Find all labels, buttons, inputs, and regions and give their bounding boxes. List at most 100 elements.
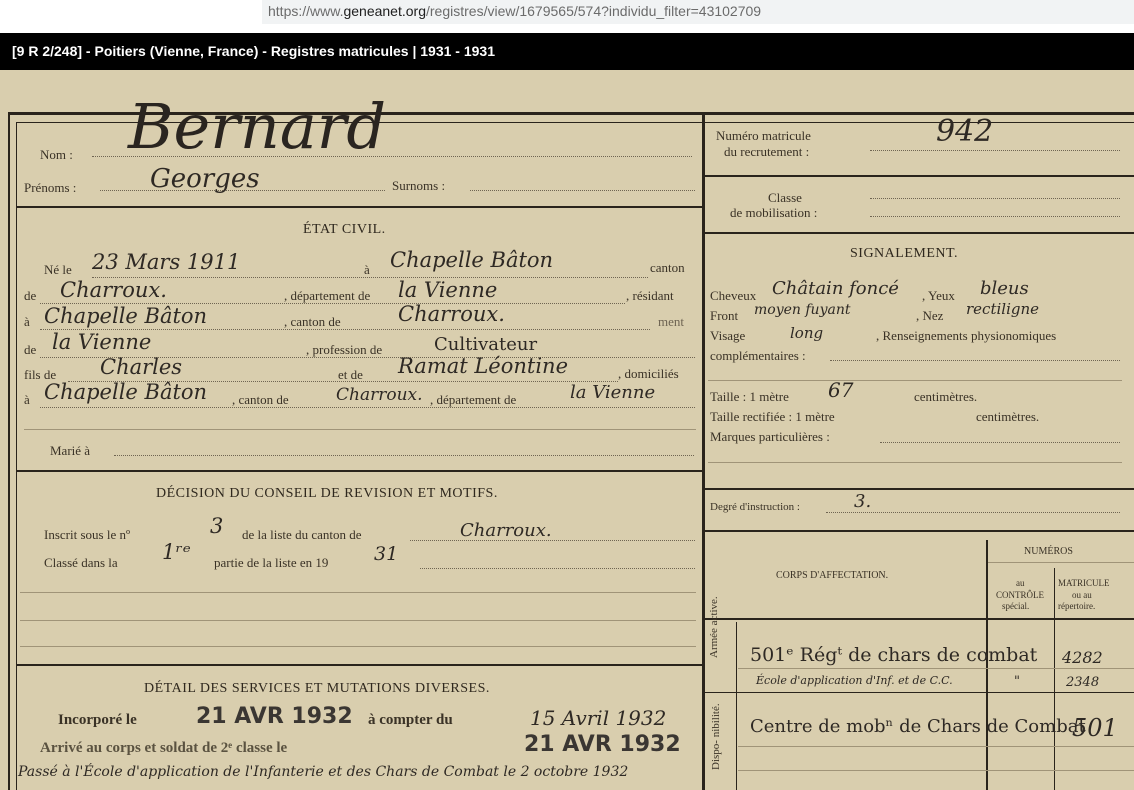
departement-label: , département de	[284, 288, 371, 303]
table-col-2	[1054, 568, 1055, 790]
controle-1: 4282	[1062, 648, 1103, 667]
table-row-label-col	[736, 622, 737, 790]
visage-label: Visage	[710, 328, 746, 343]
profession-label: , profession de	[306, 342, 383, 357]
classe-line	[420, 568, 695, 569]
frame-left	[8, 112, 10, 790]
cheveux-label: Cheveux	[710, 288, 757, 303]
taille-label: Taille : 1 mètre	[710, 389, 789, 404]
matricule-header-1: MATRICULE	[1058, 578, 1110, 588]
liste-canton-label: de la liste du canton de	[242, 527, 362, 542]
a3-label: à	[24, 392, 30, 407]
departement-residence: la Vienne	[52, 330, 152, 354]
a-compter-value: 15 Avril 1932	[530, 706, 667, 730]
front-label: Front	[710, 308, 739, 323]
lieu-naissance: Chapelle Bâton	[390, 248, 554, 272]
ne-le-line	[92, 277, 648, 278]
browser-address-bar: https://www.geneanet.org/registres/view/…	[0, 0, 1134, 30]
nez-label: , Nez	[916, 308, 944, 323]
nom-label: Nom :	[40, 147, 73, 162]
visage-value: long	[790, 324, 824, 342]
residant-label: , résidant	[626, 288, 674, 303]
arrive-label: Arrivé au corps et soldat de 2ᵉ classe l…	[40, 740, 288, 756]
residence: Chapelle Bâton	[44, 304, 208, 328]
controle-header-1: au	[1016, 578, 1025, 588]
numeros-rule	[988, 562, 1134, 563]
du-recrutement-label: du recrutement :	[724, 144, 810, 159]
marie-label: Marié à	[50, 443, 91, 458]
corps-1: 501ᵉ Régᵗ de chars de combat	[750, 644, 1038, 666]
canton-de2-label: , canton de	[232, 392, 289, 407]
numero-matricule-label: Numéro matricule	[716, 128, 811, 143]
a-compter-label: à compter du	[368, 712, 453, 728]
domicile-line	[40, 407, 695, 408]
controle-2: 2348	[1066, 675, 1100, 690]
inscrit-label: Inscrit sous le nº	[44, 527, 130, 542]
detail-heading: DÉTAIL DES SERVICES ET MUTATIONS DIVERSE…	[144, 681, 490, 696]
table-rule-3	[738, 746, 1134, 747]
annee-liste: 31	[374, 543, 399, 565]
marques-label: Marques particulières :	[710, 429, 830, 444]
marques-rule-1	[708, 462, 1122, 463]
degre-value: 3.	[854, 491, 872, 512]
complementaires-label: complémentaires :	[710, 348, 806, 363]
surnoms-label: Surnoms :	[392, 178, 446, 193]
classe-dans-label: Classé dans la	[44, 555, 118, 570]
prenoms-label: Prénoms :	[24, 180, 77, 195]
de-label: de	[24, 288, 37, 303]
classe-line-1	[870, 198, 1120, 199]
table-rule-4	[738, 770, 1134, 771]
numero-matricule-value: 942	[936, 114, 994, 149]
decision-rule-3	[20, 646, 696, 647]
table-header-divider	[705, 618, 1134, 620]
ne-le-label: Né le	[44, 262, 72, 277]
degre-line	[826, 512, 1120, 513]
renseignements-label: , Renseignements physionomiques	[876, 328, 1057, 343]
canton-residence: Charroux.	[398, 302, 505, 326]
front-value: moyen fuyant	[754, 302, 851, 318]
partie-label: partie de la liste en 19	[214, 555, 329, 570]
partie-value: 1ʳᵉ	[162, 540, 191, 564]
signalement-divider	[705, 488, 1134, 490]
table-rule-2	[705, 692, 1134, 693]
separator-1	[24, 429, 696, 430]
signalement-rule	[708, 380, 1122, 381]
canton-de-label: , canton de	[284, 314, 341, 329]
mobilisation-label: de mobilisation :	[730, 205, 818, 220]
register-page[interactable]: Nom : Bernard Prénoms : Georges Surnoms …	[0, 70, 1134, 790]
controle-3: 501	[1072, 714, 1118, 742]
a2-label: à	[24, 314, 30, 329]
domicile-value: Chapelle Bâton	[44, 380, 208, 404]
marques-line	[880, 442, 1120, 443]
complementaires-line	[830, 360, 1120, 361]
centimetres2-label: centimètres.	[976, 409, 1040, 424]
url-text[interactable]: https://www.geneanet.org/registres/view/…	[268, 3, 761, 19]
departement-domicile: la Vienne	[570, 382, 656, 403]
pere-value: Charles	[100, 355, 183, 379]
frame-inner-left	[16, 122, 17, 790]
armee-active-label: Armée active.	[708, 596, 720, 658]
date-naissance: 23 Mars 1911	[92, 250, 241, 274]
nez-value: rectiligne	[966, 300, 1040, 318]
corps-3: Centre de mobⁿ de Chars de Combat	[750, 716, 1086, 737]
decision-divider	[16, 664, 702, 666]
classe-label: Classe	[768, 190, 802, 205]
profession-value: Cultivateur	[434, 334, 538, 355]
inscrit-line	[410, 540, 695, 541]
ment-label: ment	[658, 314, 684, 329]
etat-civil-heading: ÉTAT CIVIL.	[303, 222, 386, 237]
nom-value: Bernard	[128, 90, 387, 163]
degre-divider	[705, 530, 1134, 532]
inscrit-canton: Charroux.	[460, 520, 552, 541]
de2-label: de	[24, 342, 37, 357]
classe-divider	[705, 232, 1134, 234]
mere-value: Ramat Léontine	[398, 354, 569, 378]
taille-value: 67	[828, 378, 854, 402]
incorpore-stamp: 21 AVR 1932	[196, 704, 353, 729]
decision-rule-1	[20, 592, 696, 593]
departement-de2-label: , département de	[430, 392, 517, 407]
disponibilite-label: Dispo- nibilité.	[710, 703, 722, 770]
inscrit-numero: 3	[210, 514, 224, 538]
decision-rule-2	[20, 620, 696, 621]
corps-header: CORPS D'AFFECTATION.	[776, 570, 889, 581]
